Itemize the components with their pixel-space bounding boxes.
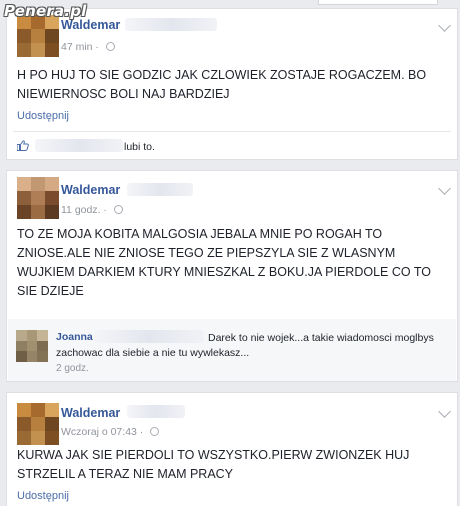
redacted-surname xyxy=(125,18,217,31)
avatar[interactable] xyxy=(17,403,59,445)
post-text: H PO HUJ TO SIE GODZIC JAK CZLOWIEK ZOST… xyxy=(17,68,427,101)
comment-timestamp[interactable]: 2 godz. xyxy=(56,363,89,374)
chevron-down-icon[interactable] xyxy=(438,405,451,418)
commenter-avatar[interactable] xyxy=(16,330,48,362)
post-card: Waldemar 47 min · H PO HUJ TO SIE GODZIC… xyxy=(6,8,458,160)
site-watermark: Penera.pl xyxy=(4,2,87,20)
commenter-name[interactable]: Joanna xyxy=(56,331,93,343)
divider xyxy=(13,131,451,132)
post-card: Waldemar Wczoraj o 07:43 · KURWA JAK SIE… xyxy=(6,392,458,506)
avatar[interactable] xyxy=(17,15,59,57)
share-link[interactable]: Udostępnij xyxy=(17,110,69,122)
thumbs-up-icon[interactable] xyxy=(17,140,29,151)
post-timestamp[interactable]: Wczoraj o 07:43 · xyxy=(61,426,160,438)
globe-icon xyxy=(150,427,160,436)
post-text: KURWA JAK SIE PIERDOLI TO WSZYSTKO.PIERW… xyxy=(17,448,410,481)
post-text: TO ZE MOJA KOBITA MALGOSIA JEBALA MNIE P… xyxy=(17,227,431,298)
chevron-down-icon[interactable] xyxy=(438,19,451,32)
comment: Joanna Darek to nie wojek...a takie wiad… xyxy=(8,319,456,381)
globe-icon xyxy=(113,205,123,214)
globe-icon xyxy=(105,42,115,51)
author-name[interactable]: Waldemar xyxy=(61,18,120,32)
comment-text-continued: zachowac dla siebie a nie tu wywlekasz..… xyxy=(56,347,250,359)
redacted-surname xyxy=(127,183,193,196)
comment-text: Darek to nie wojek...a takie wiadomosci … xyxy=(208,332,434,344)
post-timestamp[interactable]: 47 min · xyxy=(61,41,115,53)
post-card: Waldemar 11 godz. · TO ZE MOJA KOBITA MA… xyxy=(6,170,458,382)
avatar[interactable] xyxy=(17,177,59,219)
redacted-surname xyxy=(94,330,204,343)
post-timestamp[interactable]: 11 godz. · xyxy=(61,204,123,216)
redacted-liker-names xyxy=(35,139,123,152)
chevron-down-icon[interactable] xyxy=(438,182,451,195)
search-box-edge[interactable] xyxy=(318,0,438,5)
author-name[interactable]: Waldemar xyxy=(61,406,120,420)
share-link[interactable]: Udostępnij xyxy=(17,490,69,502)
redacted-surname xyxy=(127,405,185,418)
likes-text: lubi to. xyxy=(124,141,155,153)
author-name[interactable]: Waldemar xyxy=(61,183,120,197)
